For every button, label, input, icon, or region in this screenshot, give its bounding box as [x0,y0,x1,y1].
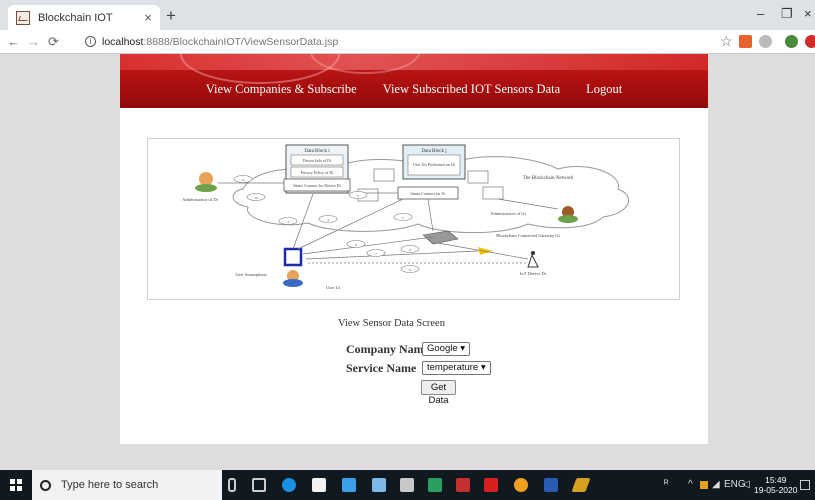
app-icon-4[interactable] [456,478,470,492]
data-block-j-label: Data Block j [421,149,446,154]
page-body: View Companies & Subscribe View Subscrib… [0,54,815,470]
admin-di-avatar [199,172,213,186]
content-panel: Data Block i Device Info of Di Privacy P… [120,108,708,444]
microphone-icon[interactable] [228,478,236,492]
diagram-svg: Data Block i Device Info of Di Privacy P… [182,144,630,290]
app-icon[interactable] [342,478,356,492]
search-placeholder: Type here to search [61,479,159,491]
step-9: 9 [409,268,411,272]
step-5: 5 [402,216,404,220]
service-name-label: Service Name [346,361,417,375]
device-info-label: Device Info of Di [303,158,332,163]
app-icon-3[interactable] [428,478,442,492]
site-info-icon[interactable]: i [85,36,96,47]
blockchain-network-label: The Blockchain Network [523,176,574,181]
edge-icon[interactable] [282,478,296,492]
store-icon[interactable] [312,478,326,492]
step-2: 2 [357,194,359,198]
header-banner: View Companies & Subscribe View Subscrib… [120,54,708,108]
nav-view-sensor-data[interactable]: View Subscribed IOT Sensors Data [383,82,560,97]
notifications-icon[interactable] [800,480,810,490]
terminal-icon[interactable] [400,478,414,492]
people-icon[interactable]: ᴿ [664,479,669,490]
iot-device-icon [527,253,539,268]
company-select[interactable]: Google ▾ [422,342,471,356]
new-tab-button[interactable]: + [166,6,176,26]
tray-app-icon[interactable] [700,481,708,489]
service-select[interactable]: temperature ▾ [422,361,491,375]
address-bar: ← → ⟳ i localhost:8888/BlockchainIOT/Vie… [0,30,815,54]
step-1b: 1b [254,196,258,200]
network-icon[interactable]: ◢ [712,479,720,490]
reload-icon[interactable]: ⟳ [48,34,59,50]
tab-title: Blockchain IOT [38,11,113,24]
chrome-icon[interactable] [514,478,528,492]
tab-strip: Blockchain IOT × + – ❐ × [0,0,815,30]
pdf-icon[interactable] [484,478,498,492]
app-icon-2[interactable] [372,478,386,492]
close-window-icon[interactable]: × [804,6,812,21]
main-nav: View Companies & Subscribe View Subscrib… [120,82,708,97]
step-1a: 1a [241,178,245,182]
privacy-policy-label: Privacy Policy of Di [301,170,335,175]
extension-icon-2[interactable] [785,35,798,48]
company-name-label: Company Name [346,342,429,356]
tab-close-icon[interactable]: × [144,10,152,25]
admin-gi-label: Administrator of Gi [490,211,526,216]
smart-contract-ui-label: Smart Contract for Ui [411,191,447,196]
admin-di-label: Administrator of Di [182,197,218,202]
step-6: 6 [355,243,357,247]
bookmark-star-icon[interactable]: ☆ [720,33,733,50]
clock-time: 15:49 [765,475,787,485]
user-smartphone-icon [283,247,303,267]
service-select-value: temperature [427,362,479,373]
user-smartphone-label: User Smartphone [235,272,266,277]
extension-icon-3[interactable] [805,35,815,48]
windows-start-icon[interactable] [10,479,22,491]
step-4: 4 [327,218,329,222]
nav-logout[interactable]: Logout [586,82,622,97]
smart-contract-device-label: Smart Contract for Device Di [293,183,341,188]
chevron-down-icon: ▾ [460,343,466,354]
blockchain-diagram: Data Block i Device Info of Di Privacy P… [147,138,680,300]
extension-icon[interactable] [739,35,752,48]
form-title: View Sensor Data Screen [338,318,445,329]
volume-icon[interactable]: ◁ [742,479,750,490]
url-path: :8888/BlockchainIOT/ViewSensorData.jsp [143,36,339,48]
step-7: 7 [375,252,377,256]
app-icon-5[interactable] [571,478,591,492]
taskbar-search[interactable]: Type here to search [32,470,222,500]
iot-device-label: IoT Device Di [520,271,547,276]
url-field[interactable]: localhost:8888/BlockchainIOT/ViewSensorD… [102,36,338,48]
get-data-button[interactable]: Get Data [421,380,456,406]
chevron-down-icon: ▾ [480,362,486,373]
forward-arrow-icon[interactable]: → [27,34,40,49]
cortana-icon [40,479,51,491]
gateway-label: Blockchain Connected Gateway Gi [496,233,560,238]
back-arrow-icon[interactable]: ← [7,34,20,49]
nav-view-companies[interactable]: View Companies & Subscribe [206,82,357,97]
task-view-icon[interactable] [252,478,266,492]
user-ui-label: User Ui [326,285,341,290]
data-block-i-label: Data Block i [304,149,330,154]
clock-date: 19-05-2020 [754,485,798,495]
taskbar-clock[interactable]: 15:49 19-05-2020 [754,475,797,495]
user-preference-label: User Uis Preference on Di [413,162,456,167]
url-host: localhost [102,36,144,48]
page-favicon-icon [16,10,30,25]
restore-icon[interactable]: ❐ [781,6,793,22]
tray-chevron-icon[interactable]: ^ [688,479,693,490]
taskbar: Type here to search ᴿ ^ ◢ ENG ◁ 15:49 19… [0,470,815,500]
profile-icon[interactable] [759,35,772,48]
browser-tab[interactable]: Blockchain IOT × [8,5,160,30]
minimize-icon[interactable]: – [757,6,764,21]
word-icon[interactable] [544,478,558,492]
step-3: 3 [287,220,289,224]
company-select-value: Google [427,343,458,354]
step-8: 8 [409,248,411,252]
